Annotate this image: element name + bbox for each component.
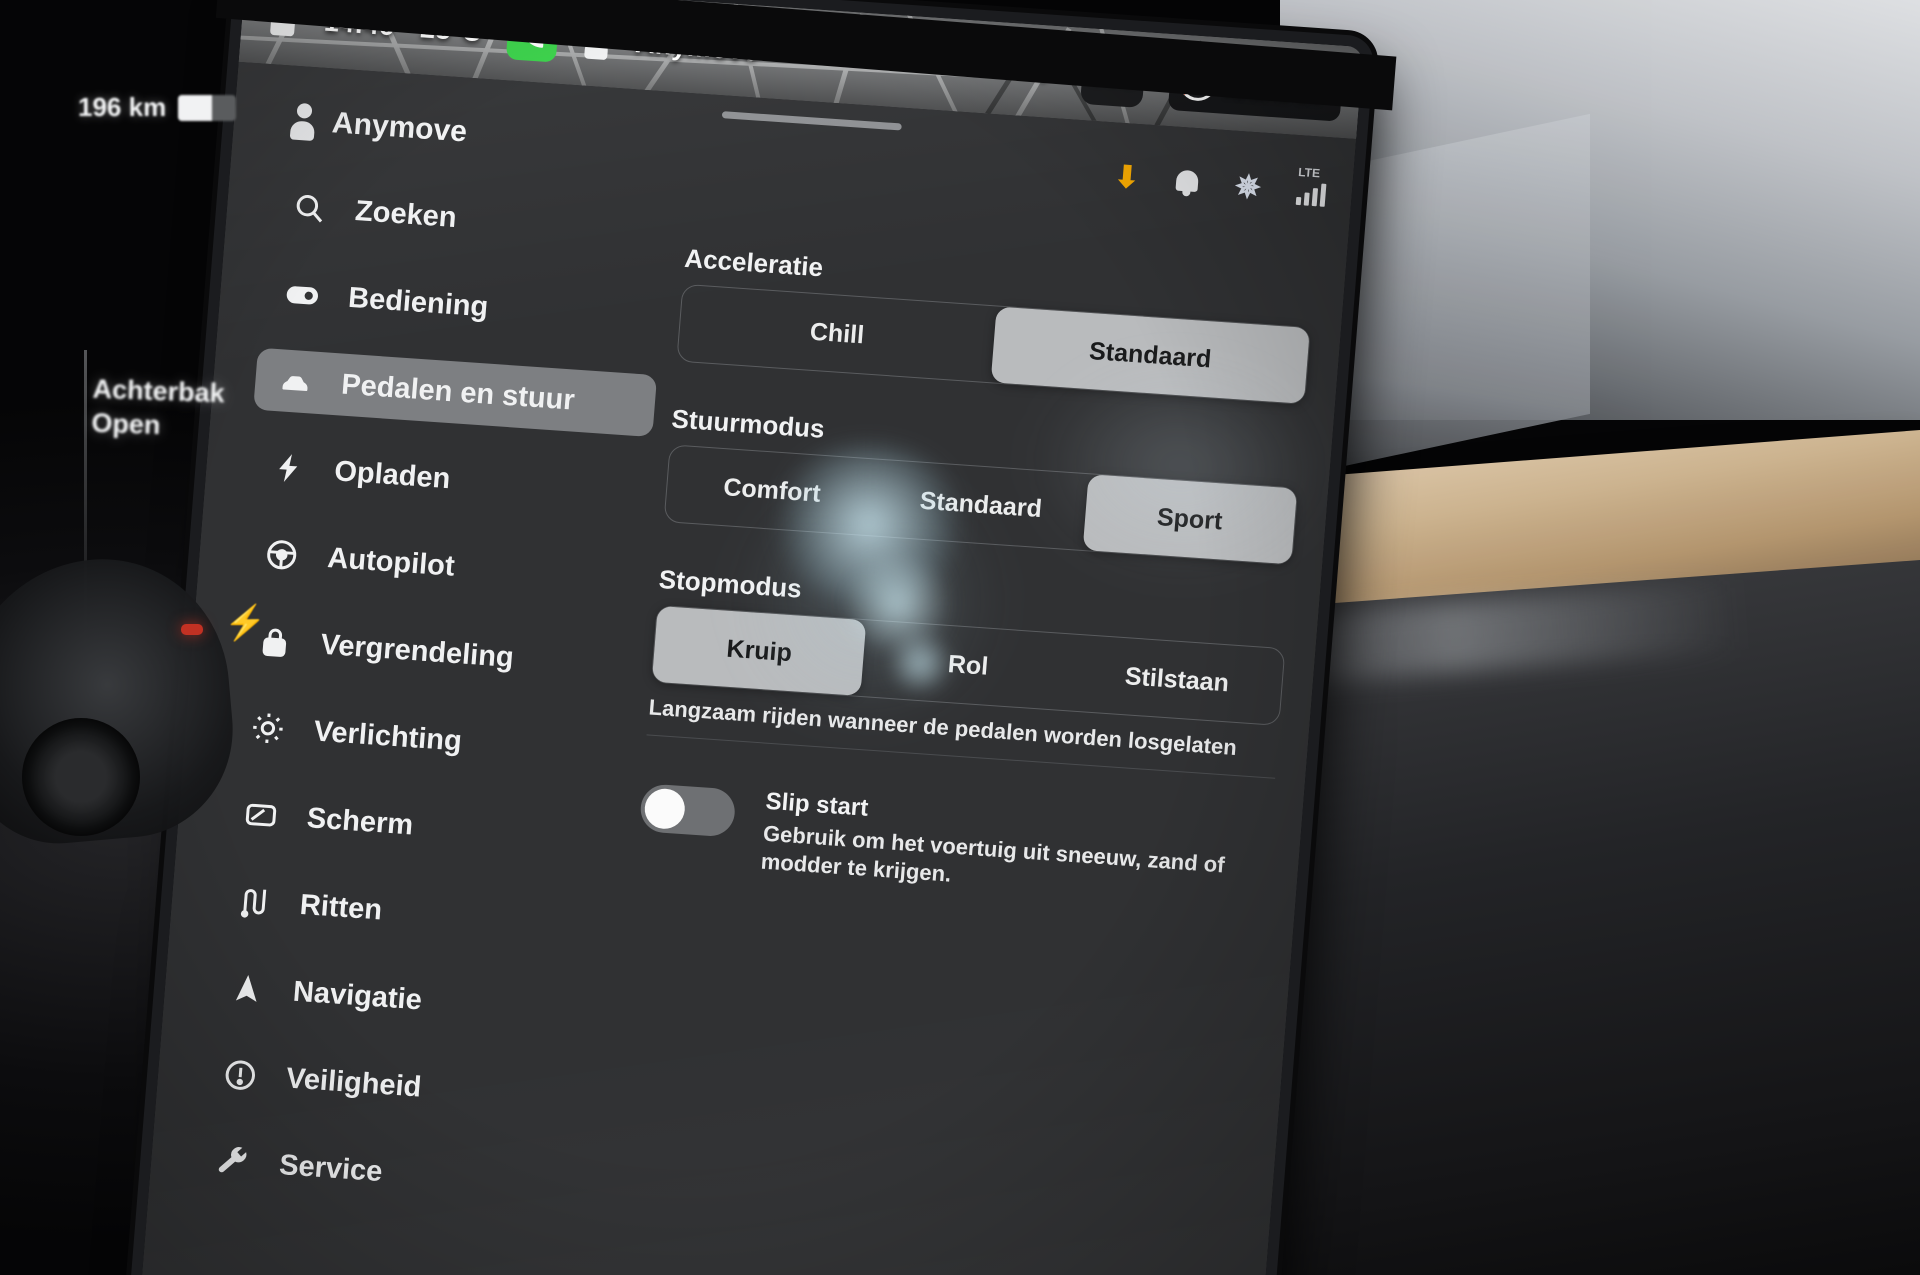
notification-bell-icon[interactable]	[1174, 168, 1200, 198]
car-icon	[276, 362, 315, 400]
sidebar-item-autopilot[interactable]: Autopilot	[239, 521, 643, 610]
range-readout: 196 km	[78, 92, 237, 123]
sidebar-item-label: Verlichting	[312, 714, 464, 758]
trunk-status-line2: Open	[90, 407, 161, 440]
sidebar-item-label: Bediening	[347, 281, 490, 323]
sidebar-item-label: Vergrendeling	[319, 628, 515, 674]
sidebar-item-label: Scherm	[305, 801, 415, 841]
steering-option-sport[interactable]: Sport	[1082, 474, 1298, 565]
sidebar-item-label: Veiligheid	[284, 1061, 423, 1104]
stop-option-kruip[interactable]: Kruip	[651, 605, 867, 697]
settings-panel: Anymove ⬇ ✵ LTE Zoeken Bediening Pedalen…	[139, 61, 1357, 1275]
sidebar-item-label: Service	[278, 1148, 384, 1188]
brightness-sun-icon	[249, 709, 288, 747]
sidebar-item-opladen[interactable]: Opladen	[246, 434, 650, 523]
settings-sidebar: Zoeken Bediening Pedalen en stuur Oplade…	[189, 174, 671, 1242]
search-icon	[290, 189, 329, 227]
steering-option-comfort[interactable]: Comfort	[665, 445, 880, 535]
sidebar-item-label: Opladen	[333, 454, 452, 495]
trunk-status-line1: Achterbak	[92, 373, 226, 409]
sidebar-item-label: Zoeken	[353, 194, 458, 234]
sidebar-item-pedalen-en-stuur[interactable]: Pedalen en stuur	[253, 347, 658, 438]
sidebar-item-label: Autopilot	[326, 541, 456, 583]
acceleration-option-standaard[interactable]: Standaard	[990, 306, 1310, 404]
sidebar-item-navigatie[interactable]: Navigatie	[205, 955, 609, 1044]
profile-title[interactable]: Anymove	[331, 106, 468, 149]
acceleration-option-chill[interactable]: Chill	[677, 285, 996, 382]
sidebar-item-label: Pedalen en stuur	[340, 368, 576, 417]
lte-label: LTE	[1297, 164, 1321, 181]
slip-start-row: Slip start Gebruik om het voertuig uit s…	[636, 779, 1272, 910]
stop-option-rol[interactable]: Rol	[861, 620, 1076, 710]
sidebar-item-ritten[interactable]: Ritten	[212, 868, 616, 957]
bluetooth-icon[interactable]: ✵	[1234, 168, 1263, 205]
tail-light	[181, 624, 203, 635]
slip-start-toggle[interactable]	[638, 783, 737, 838]
sidebar-item-veiligheid[interactable]: Veiligheid	[198, 1042, 602, 1131]
sidebar-item-label: Ritten	[298, 888, 384, 927]
lte-signal-icon[interactable]: LTE	[1295, 165, 1327, 207]
stop-option-stilstaan[interactable]: Stilstaan	[1070, 635, 1285, 725]
steering-option-standaard[interactable]: Standaard	[873, 460, 1088, 550]
sidebar-item-zoeken[interactable]: Zoeken	[267, 174, 671, 263]
vehicle-status-display: 196 km Achterbak Open ⚡	[0, 0, 266, 1275]
range-value: 196 km	[78, 92, 167, 122]
sidebar-item-scherm[interactable]: Scherm	[219, 781, 623, 870]
car-wheel	[22, 718, 140, 836]
settings-content: Acceleratie Chill Standaard Stuurmodus C…	[636, 243, 1314, 911]
sidebar-item-label: Navigatie	[291, 975, 424, 1016]
trunk-open-status: Achterbak Open	[91, 373, 225, 445]
lightning-bolt-icon: ⚡	[224, 604, 267, 642]
steering-wheel-icon	[262, 536, 301, 574]
photo-scene: 196 km Achterbak Open ⚡ Anymove ⬇ ✵ LTE …	[0, 0, 1920, 1275]
lightning-bolt-icon	[269, 449, 308, 487]
center-touchscreen[interactable]: Begraafplaats Daalseweg 14:46 23°C Anymo…	[139, 0, 1364, 1275]
sidebar-item-service[interactable]: Service	[191, 1128, 595, 1217]
sidebar-item-vergrendeling[interactable]: Vergrendeling	[232, 608, 636, 697]
battery-icon	[178, 94, 237, 121]
person-icon	[289, 102, 318, 142]
sidebar-item-bediening[interactable]: Bediening	[260, 261, 664, 350]
software-update-download-icon[interactable]: ⬇	[1113, 160, 1141, 195]
toggle-switch-icon	[283, 275, 322, 313]
sidebar-item-verlichting[interactable]: Verlichting	[226, 695, 630, 784]
